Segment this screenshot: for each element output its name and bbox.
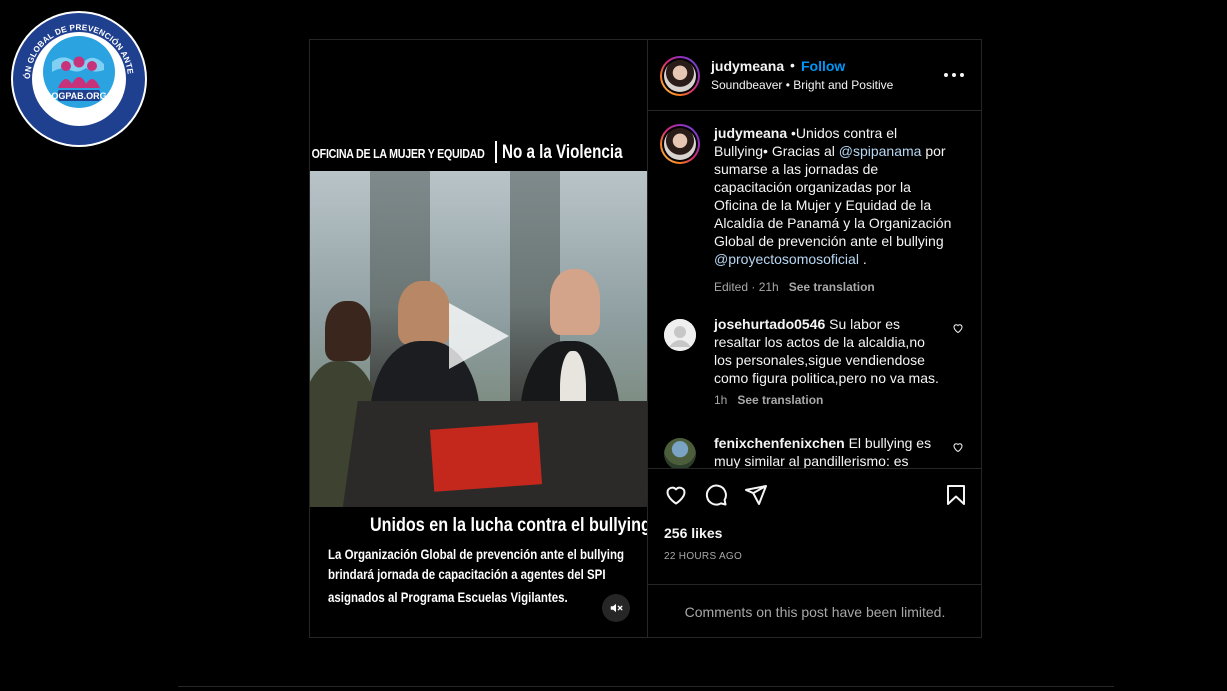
follow-button[interactable]: Follow [801,58,845,74]
post-header: judymeana • Follow Soundbeaver • Bright … [648,40,981,111]
caption-body: . [858,251,867,267]
commenter-username[interactable]: josehurtado0546 [714,316,825,332]
post-sidebar: judymeana • Follow Soundbeaver • Bright … [647,40,982,638]
mute-button[interactable] [602,594,630,622]
comments-limited-notice: Comments on this post have been limited. [648,584,982,639]
red-flag [429,422,543,492]
like-comment-icon[interactable] [952,441,964,453]
page-divider [178,686,1114,687]
audio-track[interactable]: Soundbeaver • Bright and Positive [711,78,893,92]
see-translation-link[interactable]: See translation [789,280,875,294]
muted-speaker-icon [610,602,623,614]
edited-time: Edited · 21h [714,280,779,294]
share-send-icon[interactable] [744,483,768,507]
banner-line-3: asignados al Programa Escuelas Vigilante… [328,589,568,605]
save-bookmark-icon[interactable] [944,483,968,507]
post-dialog: OFICINA DE LA MUJER Y EQUIDAD No a la Vi… [309,39,982,638]
commenter-avatar[interactable] [664,319,696,351]
person-head [550,269,600,335]
post-actions: 256 likes 22 HOURS AGO Comments on this … [648,468,982,638]
banner-line-1: La Organización Global de prevención ant… [328,546,624,562]
caption-username[interactable]: judymeana [714,125,787,141]
person-head [325,301,371,361]
banner-title: Unidos en la lucha contra el bullying [370,515,647,536]
comment: fenixchenfenixchen El bullying es muy si… [660,434,970,468]
office-caption: OFICINA DE LA MUJER Y EQUIDAD [311,145,485,161]
banner-line-2: brindará jornada de capacitación a agent… [328,566,606,582]
author-username[interactable]: judymeana [711,58,784,74]
play-icon[interactable] [449,303,509,369]
violence-caption: No a la Violencia [502,142,623,163]
reel-video[interactable]: OFICINA DE LA MUJER Y EQUIDAD No a la Vi… [310,40,647,637]
comments-list[interactable]: judymeana •Unidos contra el Bullying• Gr… [648,112,982,468]
logo-center-text: OGPAB.ORG [51,91,106,101]
video-banner: Unidos en la lucha contra el bullying La… [310,507,647,637]
video-top-caption: OFICINA DE LA MUJER Y EQUIDAD No a la Vi… [310,137,647,169]
like-comment-icon[interactable] [952,322,964,334]
post-time[interactable]: 22 HOURS AGO [664,551,742,562]
author-avatar[interactable] [660,124,700,164]
see-translation-link[interactable]: See translation [737,393,823,407]
caption-meta: Edited · 21h See translation [714,280,875,294]
action-icons [664,483,968,509]
like-heart-icon[interactable] [664,483,688,507]
caption-divider [495,141,497,163]
comment-text: fenixchenfenixchen El bullying es muy si… [714,434,942,468]
caption-text: judymeana •Unidos contra el Bullying• Gr… [714,124,954,268]
comment-text: josehurtado0546 Su labor es resaltar los… [714,315,942,387]
mention-link[interactable]: @proyectosomosoficial [714,251,859,267]
likes-count[interactable]: 256 likes [664,525,722,541]
separator-dot: • [790,57,795,73]
mention-link[interactable]: @spipanama [839,143,922,159]
comment-meta: 1h See translation [714,393,823,407]
person-head [398,281,450,345]
more-options-icon[interactable] [944,70,964,80]
commenter-avatar[interactable] [664,438,696,468]
author-avatar[interactable] [660,56,700,96]
comment-bubble-icon[interactable] [704,483,728,507]
post-caption: judymeana •Unidos contra el Bullying• Gr… [660,124,970,299]
ogpab-logo: ORGANIZACIÓN GLOBAL DE PREVENCIÓN ANTE E… [7,3,148,148]
comment: josehurtado0546 Su labor es resaltar los… [660,315,970,415]
comment-time: 1h [714,393,728,407]
commenter-username[interactable]: fenixchenfenixchen [714,435,845,451]
default-avatar-icon [664,319,696,351]
